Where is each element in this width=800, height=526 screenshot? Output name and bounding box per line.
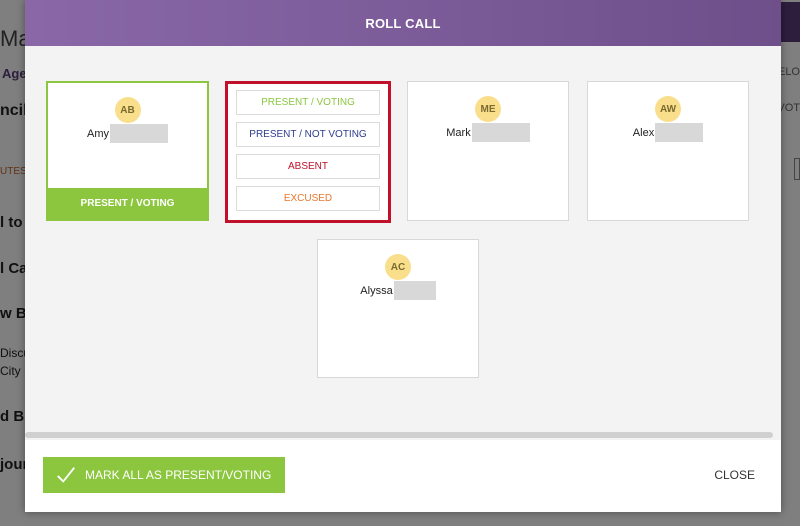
mark-all-label: MARK ALL AS PRESENT/VOTING (85, 468, 272, 482)
member-name-row: Mark (408, 123, 568, 142)
member-card-alyssa[interactable]: AC Alyssa (317, 239, 479, 378)
check-icon (57, 467, 75, 483)
excused-button[interactable]: EXCUSED (236, 186, 380, 211)
avatar: AB (114, 97, 141, 123)
redacted-surname (393, 281, 436, 300)
modal-title: ROLL CALL (365, 15, 441, 31)
absent-button[interactable]: ABSENT (236, 154, 380, 179)
close-button[interactable]: CLOSE (714, 468, 755, 482)
avatar: ME (475, 96, 501, 122)
member-name-row: Amy (48, 124, 207, 143)
redacted-surname (471, 123, 530, 142)
avatar: AW (655, 96, 681, 122)
member-name: Mark (446, 126, 471, 139)
member-name: Alex (632, 126, 655, 139)
member-card-mark[interactable]: ME Mark (407, 81, 569, 221)
member-card-alex[interactable]: AW Alex (587, 81, 749, 221)
present-voting-button[interactable]: PRESENT / VOTING (236, 90, 380, 115)
redacted-surname (655, 123, 704, 142)
avatar: AC (385, 254, 411, 280)
member-name-row: Alyssa (318, 281, 478, 300)
member-card-amy[interactable]: AB Amy PRESENT / VOTING (46, 81, 209, 221)
horizontal-scrollbar[interactable] (25, 432, 773, 438)
mark-all-present-button[interactable]: MARK ALL AS PRESENT/VOTING (43, 457, 285, 493)
member-name: Alyssa (360, 284, 393, 297)
status-badge: PRESENT / VOTING (48, 188, 207, 219)
member-name-row: Alex (588, 123, 748, 142)
redacted-surname (110, 124, 168, 143)
member-name: Amy (87, 127, 109, 140)
modal-header: ROLL CALL (25, 0, 781, 46)
present-not-voting-button[interactable]: PRESENT / NOT VOTING (236, 122, 380, 147)
attendance-options-panel: PRESENT / VOTING PRESENT / NOT VOTING AB… (225, 81, 391, 223)
modal-body: AB Amy PRESENT / VOTING PRESENT / VOTING… (25, 46, 781, 434)
modal-footer: MARK ALL AS PRESENT/VOTING CLOSE (25, 440, 781, 512)
roll-call-modal: ROLL CALL AB Amy PRESENT / VOTING PRESEN… (25, 0, 781, 512)
